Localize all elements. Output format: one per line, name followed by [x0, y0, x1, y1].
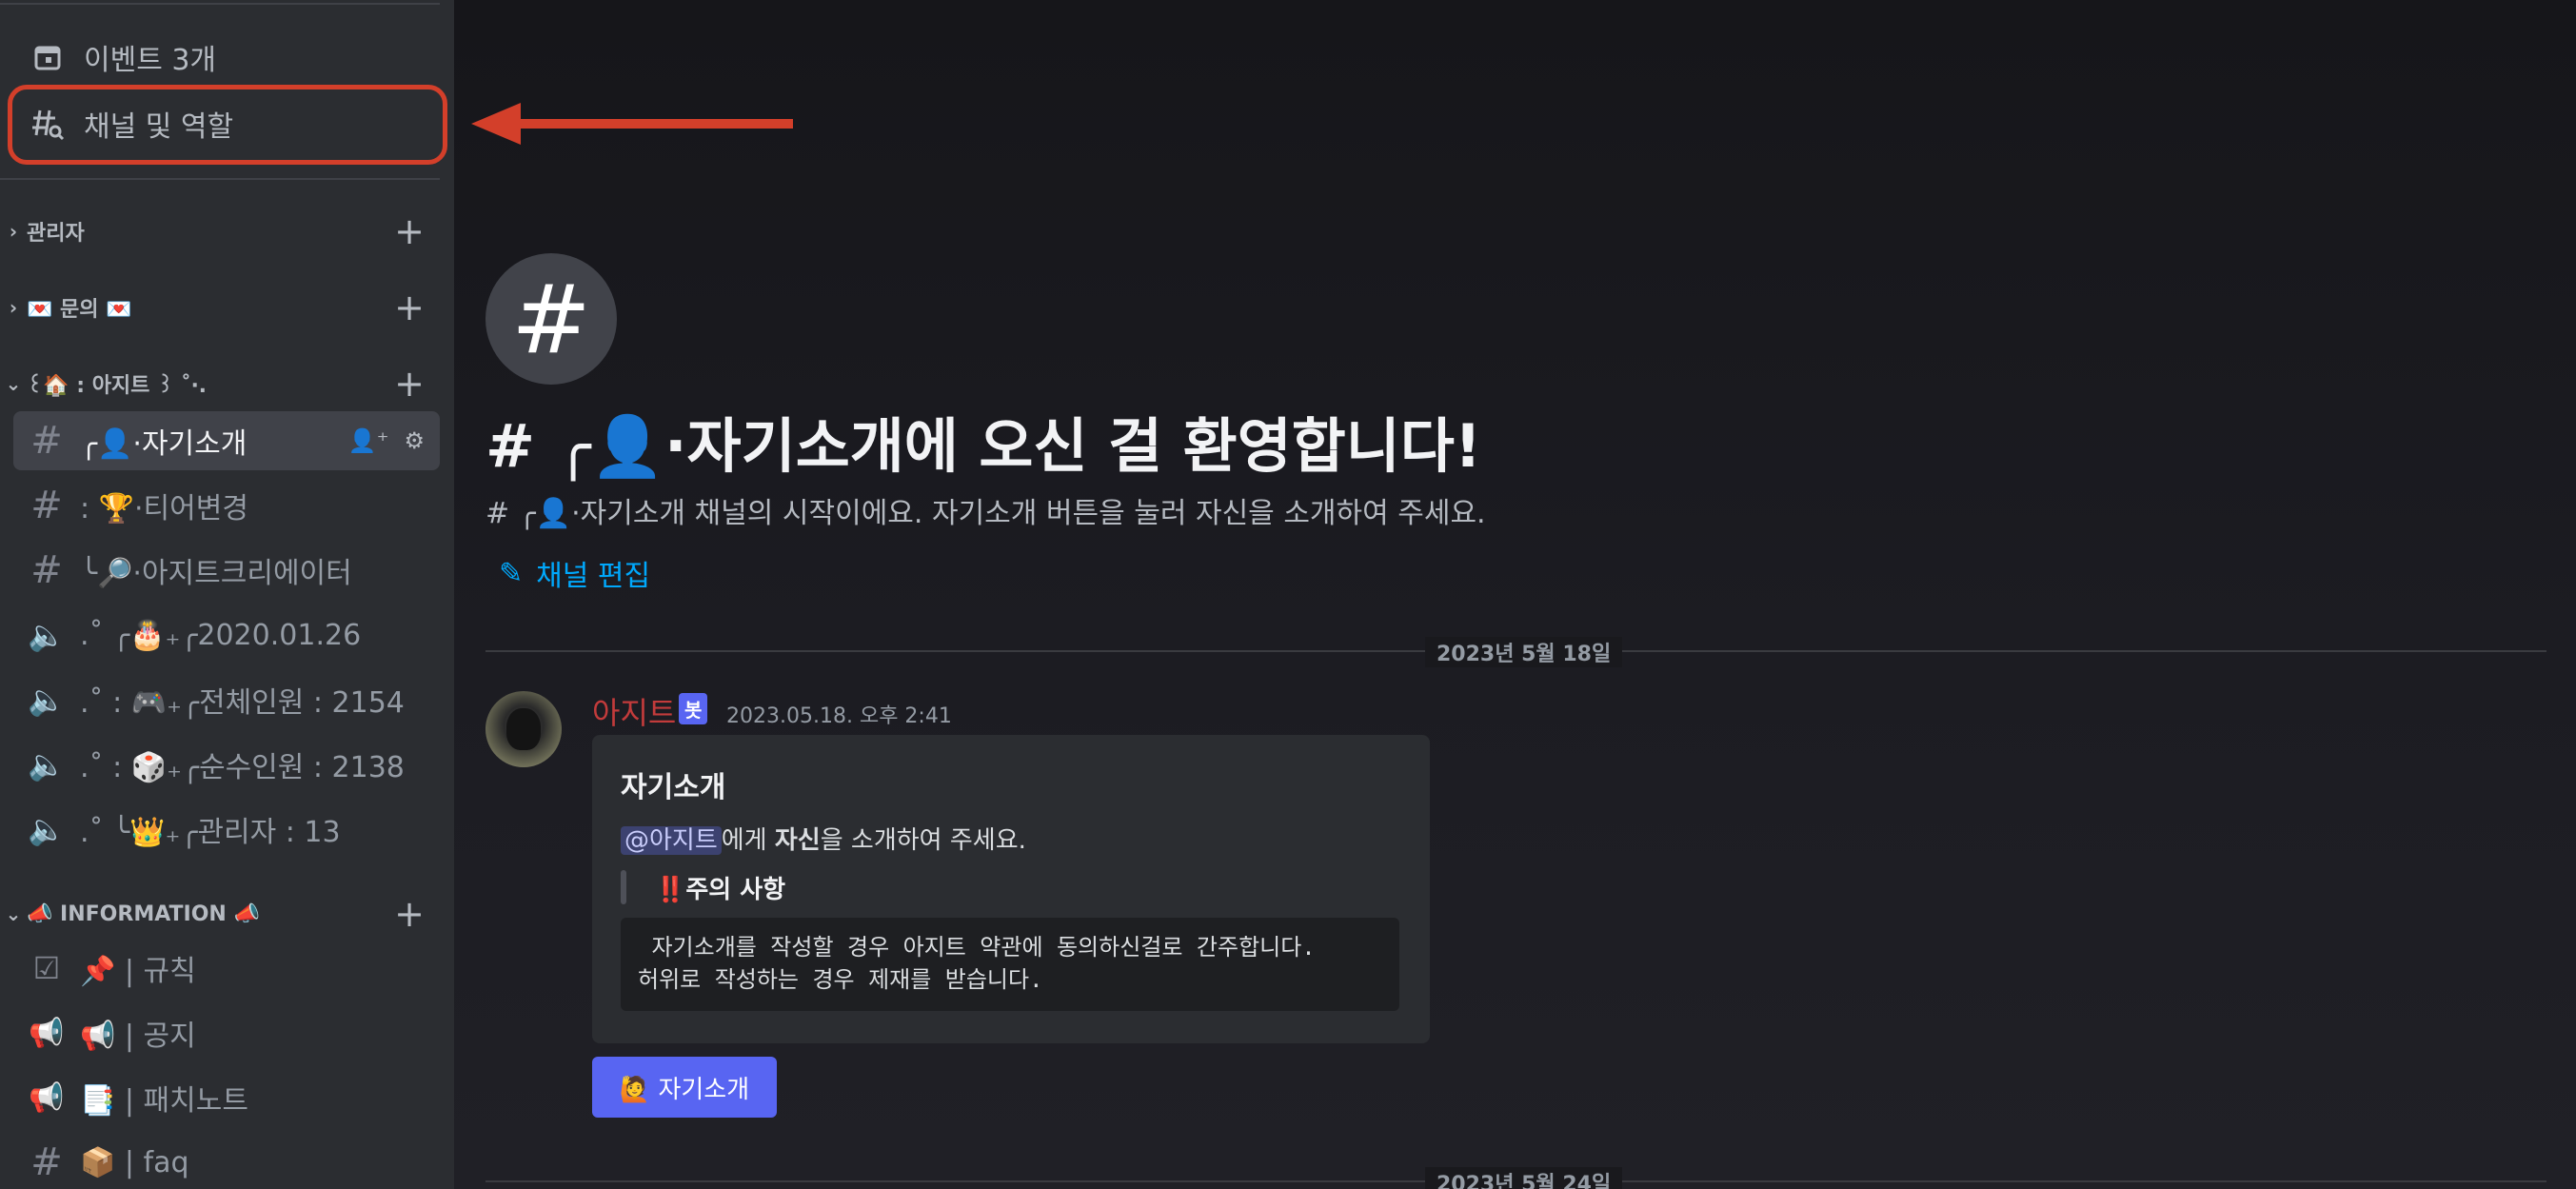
- code-block: 자기소개를 작성할 경우 아지트 약관에 동의하신걸로 간주합니다. 허위로 작성…: [621, 918, 1399, 1011]
- quote-bar: [621, 870, 626, 904]
- voice-channel-pure-members[interactable]: 🔈 .˚ : 🎲₊╭순수인원 : 2138: [13, 735, 440, 794]
- category-admin[interactable]: › 관리자 +: [0, 210, 440, 252]
- channel-faq[interactable]: # 📦 | faq: [13, 1133, 440, 1189]
- embed-title: 자기소개: [621, 771, 726, 804]
- user-mention[interactable]: @아지트: [621, 826, 722, 855]
- date-label: 2023년 5월 18일: [1425, 637, 1623, 667]
- megaphone-icon: 📢: [29, 1016, 65, 1050]
- introduce-button[interactable]: 🙋 자기소개: [592, 1057, 777, 1118]
- category-label: 📣 INFORMATION 📣: [27, 902, 260, 926]
- embed-description: @아지트 에게 자신을 소개하여 주세요.: [621, 821, 1026, 856]
- welcome-title: # ╭👤·자기소개에 오신 걸 환영합니다!: [485, 411, 1482, 481]
- message-embed: 자기소개 @아지트 에게 자신을 소개하여 주세요. ‼️주의 사항 자기소개를 …: [592, 735, 1430, 1043]
- add-channel-icon[interactable]: +: [394, 210, 425, 252]
- channel-label: 📌 | 규칙: [80, 955, 196, 988]
- date-label: 2023년 5월 24일: [1425, 1167, 1623, 1189]
- channel-label: : 🏆·티어변경: [80, 492, 248, 525]
- channel-label: .˚ : 🎲₊╭순수인원 : 2138: [80, 751, 405, 784]
- channel-label: .˚ ╭🎂₊╭2020.01.26: [80, 618, 362, 652]
- category-label: 관리자: [27, 222, 85, 246]
- locked-speaker-icon: 🔈: [28, 617, 66, 653]
- chevron-right-icon: ›: [9, 220, 18, 243]
- category-label: ꒰🏠 : 아지트 ꒱ ˚‧.: [27, 374, 207, 398]
- chevron-down-icon: ⌄: [5, 902, 22, 925]
- channel-label: 📑 | 패치노트: [80, 1084, 248, 1118]
- channel-introduction[interactable]: # ╭👤·자기소개 👤⁺ ⚙: [13, 411, 440, 470]
- timestamp: 2023.05.18. 오후 2:41: [726, 704, 952, 728]
- channel-label: ╰🔎·아지트크리에이터: [80, 557, 352, 590]
- calendar-icon: [29, 38, 67, 76]
- channel-sidebar: 이벤트 3개 채널 및 역할 › 관리자 + › 💌 문의 💌 + ⌄ ꒰🏠 :…: [0, 0, 454, 1189]
- chevron-down-icon: ⌄: [5, 372, 22, 395]
- pencil-icon: ✎: [499, 556, 524, 590]
- channel-notice[interactable]: 📢 📢 | 공지: [13, 1003, 440, 1062]
- voice-channel-total-members[interactable]: 🔈 .˚ : 🎮₊╭전체인원 : 2154: [13, 670, 440, 729]
- edit-channel-link[interactable]: ✎ 채널 편집: [499, 552, 650, 594]
- highlight-annotation: [8, 85, 447, 165]
- channel-label: 📦 | faq: [80, 1145, 189, 1179]
- add-channel-icon[interactable]: +: [394, 363, 425, 405]
- locked-speaker-icon: 🔈: [28, 682, 66, 718]
- channel-label: 📢 | 공지: [80, 1020, 196, 1053]
- voice-channel-admins[interactable]: 🔈 .˚ ╰👑₊╭관리자 : 13: [13, 800, 440, 859]
- hash-icon: #: [30, 1140, 63, 1184]
- channel-azit-creator[interactable]: # ╰🔎·아지트크리에이터: [13, 541, 440, 600]
- channel-label: .˚ : 🎮₊╭전체인원 : 2154: [80, 686, 405, 720]
- avatar[interactable]: [485, 691, 562, 767]
- edit-channel-label: 채널 편집: [536, 560, 651, 593]
- channel-tier-change[interactable]: # : 🏆·티어변경: [13, 476, 440, 535]
- invite-icon[interactable]: 👤⁺: [348, 427, 389, 454]
- rules-icon: ☑: [32, 950, 61, 986]
- welcome-subtitle: # ╭👤·자기소개 채널의 시작이에요. 자기소개 버튼을 눌러 자신을 소개하…: [485, 497, 1486, 530]
- add-channel-icon[interactable]: +: [394, 893, 425, 935]
- voice-channel-date[interactable]: 🔈 .˚ ╭🎂₊╭2020.01.26: [13, 605, 440, 664]
- channel-label: .˚ ╰👑₊╭관리자 : 13: [80, 816, 341, 849]
- category-azit[interactable]: ⌄ ꒰🏠 : 아지트 ꒱ ˚‧. +: [0, 363, 440, 405]
- channel-rules[interactable]: ☑ 📌 | 규칙: [13, 939, 440, 998]
- add-channel-icon[interactable]: +: [394, 287, 425, 328]
- category-inquiry[interactable]: › 💌 문의 💌 +: [0, 287, 440, 328]
- category-information[interactable]: ⌄ 📣 INFORMATION 📣 +: [0, 893, 440, 935]
- events-item[interactable]: 이벤트 3개: [13, 29, 440, 86]
- hash-icon: #: [30, 419, 63, 463]
- divider: [0, 178, 440, 180]
- channel-hash-icon: #: [485, 253, 617, 385]
- channel-patch-notes[interactable]: 📢 📑 | 패치노트: [13, 1068, 440, 1127]
- gear-icon[interactable]: ⚙: [404, 427, 425, 454]
- channel-label: ╭👤·자기소개: [80, 427, 248, 461]
- divider: [0, 3, 440, 5]
- events-label: 이벤트 3개: [84, 44, 217, 77]
- chevron-right-icon: ›: [9, 296, 18, 319]
- hash-icon: #: [30, 548, 63, 592]
- username[interactable]: 아지트: [592, 689, 676, 733]
- locked-speaker-icon: 🔈: [28, 811, 66, 847]
- bot-badge: 봇: [679, 693, 708, 724]
- hash-icon: #: [30, 484, 63, 527]
- notice-heading: ‼️주의 사항: [655, 876, 786, 904]
- category-label: 💌 문의 💌: [27, 298, 132, 322]
- locked-speaker-icon: 🔈: [28, 746, 66, 783]
- arrow-annotation: [471, 103, 793, 145]
- megaphone-icon: 📢: [29, 1080, 65, 1115]
